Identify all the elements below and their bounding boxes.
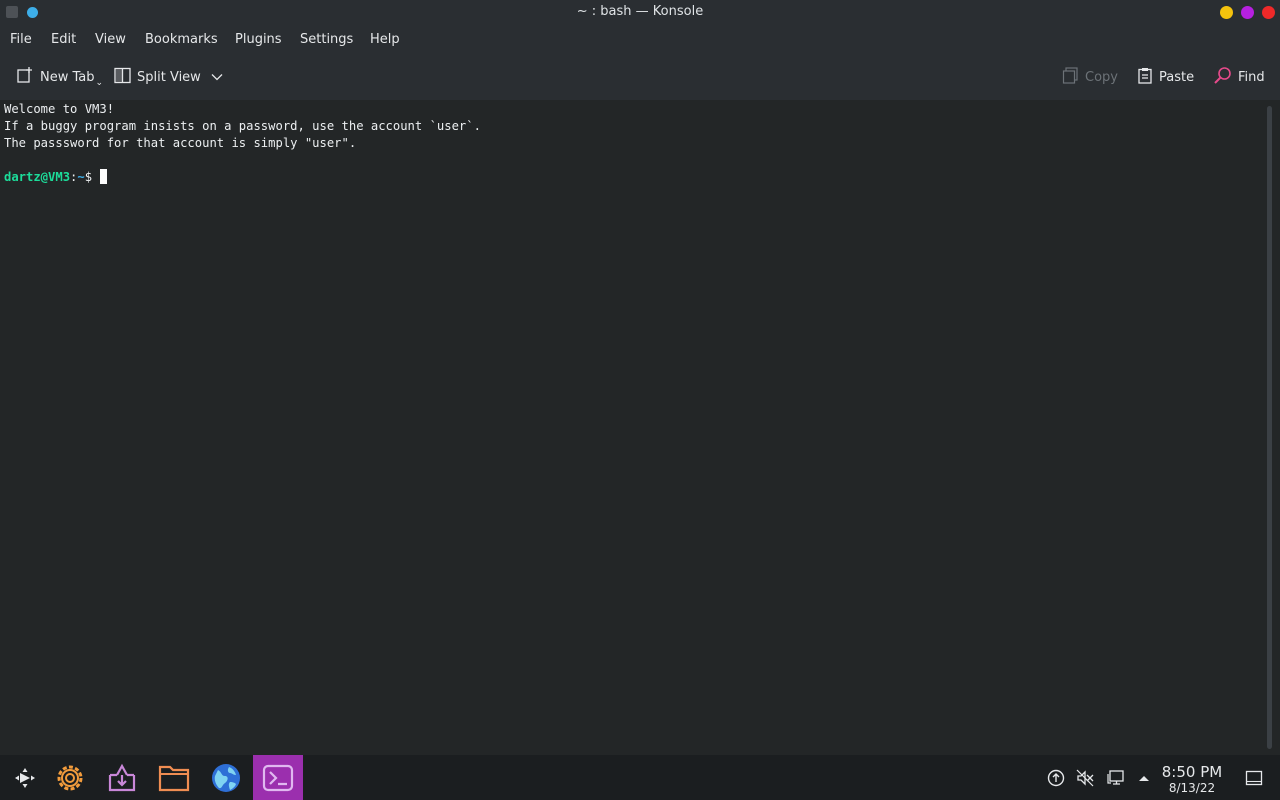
paste-button[interactable]: Paste xyxy=(1137,54,1194,100)
split-view-label: Split View xyxy=(137,69,201,85)
terminal-cursor xyxy=(100,169,108,184)
clock-time: 8:50 PM xyxy=(1161,763,1223,781)
prompt-path: ~ xyxy=(77,170,85,184)
menu-bookmarks[interactable]: Bookmarks xyxy=(145,32,218,47)
menu-edit[interactable]: Edit xyxy=(51,32,76,47)
main-toolbar: New Tab ⌄ Split View Copy Paste Find xyxy=(0,54,1280,100)
web-browser-icon[interactable] xyxy=(201,755,251,800)
terminal-line: If a buggy program insists on a password… xyxy=(4,119,481,133)
chevron-down-icon[interactable] xyxy=(211,70,223,85)
new-tab-dropdown-icon[interactable]: ⌄ xyxy=(96,78,104,88)
minimize-button[interactable] xyxy=(1220,6,1233,19)
taskbar-panel: 8:50 PM 8/13/22 xyxy=(0,755,1280,800)
new-tab-button[interactable]: New Tab ⌄ xyxy=(16,54,103,100)
terminal-scrollbar[interactable] xyxy=(1262,100,1280,755)
volume-muted-icon[interactable] xyxy=(1074,755,1096,800)
application-launcher-icon[interactable] xyxy=(0,755,50,800)
window-title: ~ : bash — Konsole xyxy=(576,4,704,19)
scrollbar-thumb[interactable] xyxy=(1267,106,1272,749)
prompt-symbol: $ xyxy=(84,170,93,184)
dolphin-folder-icon[interactable] xyxy=(149,755,199,800)
discover-icon[interactable] xyxy=(97,755,147,800)
network-wired-icon[interactable] xyxy=(1105,755,1127,800)
paste-icon xyxy=(1137,67,1153,88)
show-hidden-icons-icon[interactable] xyxy=(1134,755,1154,800)
konsole-icon[interactable] xyxy=(253,755,303,800)
terminal-line: Welcome to VM3! xyxy=(4,102,115,116)
terminal-line: The passsword for that account is simply… xyxy=(4,136,357,150)
menu-settings[interactable]: Settings xyxy=(300,32,353,47)
prompt-user-host: dartz@VM3 xyxy=(4,170,71,184)
window-titlebar: ~ : bash — Konsole xyxy=(0,0,1280,24)
menu-plugins[interactable]: Plugins xyxy=(235,32,282,47)
menu-file[interactable]: File xyxy=(10,32,32,47)
clock-date: 8/13/22 xyxy=(1168,781,1216,795)
update-notifier-icon[interactable] xyxy=(1045,755,1067,800)
digital-clock[interactable]: 8:50 PM 8/13/22 xyxy=(1158,763,1226,796)
find-button[interactable]: Find xyxy=(1213,54,1265,100)
split-view-button[interactable]: Split View xyxy=(114,54,223,100)
system-settings-icon[interactable] xyxy=(45,755,95,800)
copy-icon xyxy=(1062,66,1079,88)
copy-label: Copy xyxy=(1085,69,1118,85)
menu-bar: File Edit View Bookmarks Plugins Setting… xyxy=(0,24,1280,54)
menu-view[interactable]: View xyxy=(95,32,126,47)
find-label: Find xyxy=(1238,69,1265,85)
close-button[interactable] xyxy=(1262,6,1275,19)
terminal-prompt: dartz@VM3:~$ xyxy=(4,169,1262,186)
menu-help[interactable]: Help xyxy=(370,32,400,47)
maximize-button[interactable] xyxy=(1241,6,1254,19)
paste-label: Paste xyxy=(1159,69,1195,85)
search-icon xyxy=(1213,66,1232,89)
split-view-icon xyxy=(114,67,131,88)
new-tab-icon xyxy=(16,66,34,88)
new-tab-label: New Tab xyxy=(40,69,95,85)
copy-button[interactable]: Copy xyxy=(1062,54,1118,100)
show-desktop-icon[interactable] xyxy=(1243,755,1265,800)
terminal-output[interactable]: Welcome to VM3! If a buggy program insis… xyxy=(0,100,1262,755)
